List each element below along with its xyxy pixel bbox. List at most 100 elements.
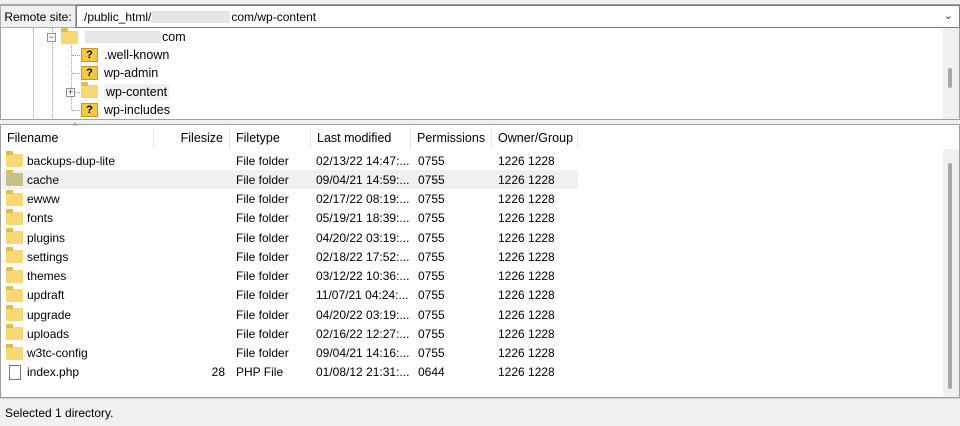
file-name: themes	[27, 269, 67, 283]
file-modified: 11/07/21 04:24:...	[316, 288, 409, 303]
table-row[interactable]: index.php 28 PHP File 01/08/12 21:31:... 064…	[2, 363, 578, 382]
column-header[interactable]: Filename	[1, 127, 154, 149]
tree-item-label: wp-content	[104, 83, 170, 100]
file-name: w3tc-config	[27, 346, 88, 360]
file-perm: 0755	[418, 269, 445, 283]
file-modified: 05/19/21 18:39:...	[316, 211, 410, 226]
tree-item[interactable]: ? .well-known	[81, 46, 169, 64]
file-name: uploads	[27, 326, 70, 341]
remote-directory-tree: − com ? .well-known ? wp-admin + wp-conte…	[0, 28, 960, 120]
file-name: backups-dup-lite	[27, 153, 116, 168]
tree-root[interactable]: com	[61, 28, 186, 46]
file-size	[155, 151, 225, 170]
table-row[interactable]: updraft File folder 11/07/21 04:24:... 0755…	[2, 285, 578, 305]
file-size	[155, 170, 225, 189]
table-row[interactable]: w3tc-config File folder 09/04/21 14:16:...…	[2, 343, 578, 363]
column-header[interactable]: Last modified	[311, 127, 411, 149]
file-type: File folder	[236, 269, 289, 283]
table-row[interactable]: uploads File folder 02/16/22 12:27:... 0755…	[2, 324, 578, 343]
remote-site-label: Remote site:	[0, 5, 76, 28]
tree-item[interactable]: ? wp-includes	[81, 101, 170, 119]
tree-item[interactable]: ? wp-admin	[81, 64, 158, 82]
tree-item[interactable]: wp-content	[81, 82, 170, 101]
file-perm: 0755	[418, 326, 445, 341]
redacted-domain	[152, 10, 231, 23]
file-name: cache	[27, 172, 60, 187]
column-header[interactable]: Owner/Group	[492, 127, 578, 149]
file-owner: 1226 1228	[498, 230, 555, 245]
table-row[interactable]: ewww File folder 02/17/22 08:19:... 0755 122…	[2, 189, 578, 209]
chevron-down-icon[interactable]: ⌄	[944, 9, 953, 22]
file-size	[155, 286, 225, 305]
folder-icon	[61, 28, 78, 44]
file-type: File folder	[236, 192, 289, 206]
folder-icon	[6, 266, 23, 283]
column-header[interactable]: Filesize	[154, 127, 230, 149]
file-modified: 02/16/22 12:27:...	[316, 326, 410, 341]
table-row[interactable]: backups-dup-lite File folder 02/13/22 14:4…	[2, 151, 578, 170]
file-owner: 1226 1228	[498, 365, 555, 380]
file-type: File folder	[236, 172, 289, 187]
file-name: settings	[27, 249, 69, 264]
file-perm: 0755	[418, 211, 445, 226]
file-type: File folder	[236, 211, 289, 226]
file-modified: 04/20/22 03:19:...	[316, 307, 410, 322]
folder-icon	[6, 208, 23, 225]
folder-icon	[6, 343, 23, 360]
file-type: File folder	[236, 288, 289, 303]
tree-item-label: .well-known	[104, 48, 170, 62]
folder-icon	[6, 189, 23, 206]
folder-icon	[6, 170, 23, 187]
table-row[interactable]: cache File folder 09/04/21 14:59:... 0755 12…	[2, 170, 578, 190]
file-type: File folder	[236, 249, 289, 264]
table-row[interactable]: themes File folder 03/12/22 10:36:... 0755 1…	[2, 266, 578, 286]
redacted-domain	[85, 31, 161, 43]
folder-icon	[6, 285, 23, 302]
file-type: File folder	[236, 230, 289, 245]
file-owner: 1226 1228	[498, 249, 555, 264]
file-owner: 1226 1228	[498, 346, 555, 360]
file-owner: 1226 1228	[498, 288, 555, 303]
file-modified: 01/08/12 21:31:...	[316, 365, 410, 380]
file-perm: 0755	[418, 307, 445, 322]
file-type: File folder	[236, 346, 289, 360]
file-size	[155, 344, 225, 363]
expand-toggle[interactable]: +	[66, 87, 75, 97]
file-modified: 02/18/22 17:52:...	[316, 249, 410, 264]
collapse-toggle[interactable]: −	[47, 33, 56, 42]
file-owner: 1226 1228	[498, 153, 555, 168]
path-suffix: com/wp-content	[231, 9, 317, 24]
column-header[interactable]: Permissions	[411, 127, 492, 149]
file-owner: 1226 1228	[498, 192, 555, 206]
table-row[interactable]: fonts File folder 05/19/21 18:39:... 0755 12…	[2, 208, 578, 228]
file-owner: 1226 1228	[498, 211, 555, 226]
table-row[interactable]: settings File folder 02/18/22 17:52:... 075…	[2, 247, 578, 266]
folder-icon	[6, 228, 23, 244]
file-type: File folder	[236, 153, 289, 168]
file-type: File folder	[236, 307, 289, 322]
file-name: fonts	[27, 211, 54, 226]
file-name: updraft	[27, 288, 65, 303]
tree-scrollbar[interactable]	[943, 28, 959, 119]
file-owner: 1226 1228	[498, 326, 555, 341]
remote-path-input[interactable]: /public_html/ com/wp-content ⌄	[76, 5, 960, 28]
tree-root-label: com	[162, 30, 186, 44]
file-size	[155, 305, 225, 324]
file-size	[155, 209, 225, 228]
file-name: index.php	[27, 365, 80, 380]
file-size: 28	[211, 365, 225, 380]
folder-icon	[81, 82, 98, 99]
file-size	[155, 324, 225, 343]
file-type: PHP File	[236, 365, 284, 380]
file-modified: 02/17/22 08:19:...	[316, 192, 410, 206]
file-perm: 0755	[418, 288, 445, 303]
column-header[interactable]: Filetype	[230, 127, 311, 149]
file-owner: 1226 1228	[498, 172, 555, 187]
remote-site-bar: Remote site: /public_html/ com/wp-conten…	[0, 4, 960, 28]
table-row[interactable]: upgrade File folder 04/20/22 03:19:... 0755…	[2, 305, 578, 324]
file-name: upgrade	[27, 307, 72, 322]
table-row[interactable]: plugins File folder 04/20/22 03:19:... 0755…	[2, 228, 578, 247]
file-perm: 0644	[418, 365, 445, 380]
list-scrollbar[interactable]	[943, 149, 959, 397]
folder-icon	[6, 305, 23, 321]
